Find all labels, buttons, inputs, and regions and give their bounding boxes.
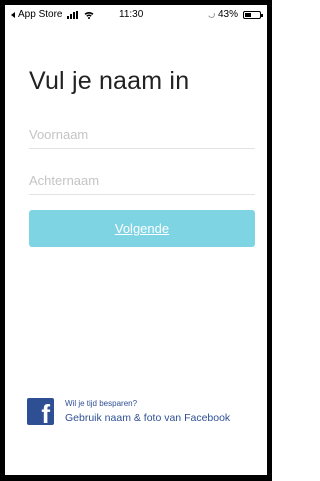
last-name-field[interactable] [29, 173, 255, 195]
next-button[interactable]: Volgende [29, 210, 255, 247]
back-arrow-icon [11, 11, 15, 18]
back-to-app-store[interactable]: App Store [11, 9, 94, 20]
signal-icon [67, 10, 79, 19]
facebook-text: Wil je tijd besparen? Gebruik naam & fot… [65, 399, 230, 424]
facebook-import: f Wil je tijd besparen? Gebruik naam & f… [27, 398, 230, 427]
first-name-field[interactable] [29, 127, 255, 149]
moon-icon [206, 10, 216, 19]
screen: App Store 11:30 43% Vul je naam in Volge [5, 5, 267, 475]
facebook-icon[interactable]: f [27, 398, 54, 427]
page-title: Vul je naam in [29, 67, 190, 95]
battery-icon [243, 10, 263, 19]
battery-percent: 43% [217, 9, 238, 20]
battery-level [245, 12, 252, 17]
clock: 11:30 [119, 9, 144, 20]
status-right: 43% [206, 9, 263, 20]
facebook-question: Wil je tijd besparen? [65, 399, 138, 409]
facebook-import-link[interactable]: Gebruik naam & foto van Facebook [65, 412, 230, 424]
wifi-icon [84, 11, 94, 19]
back-label: App Store [18, 9, 63, 20]
status-bar: App Store 11:30 43% [5, 5, 267, 23]
